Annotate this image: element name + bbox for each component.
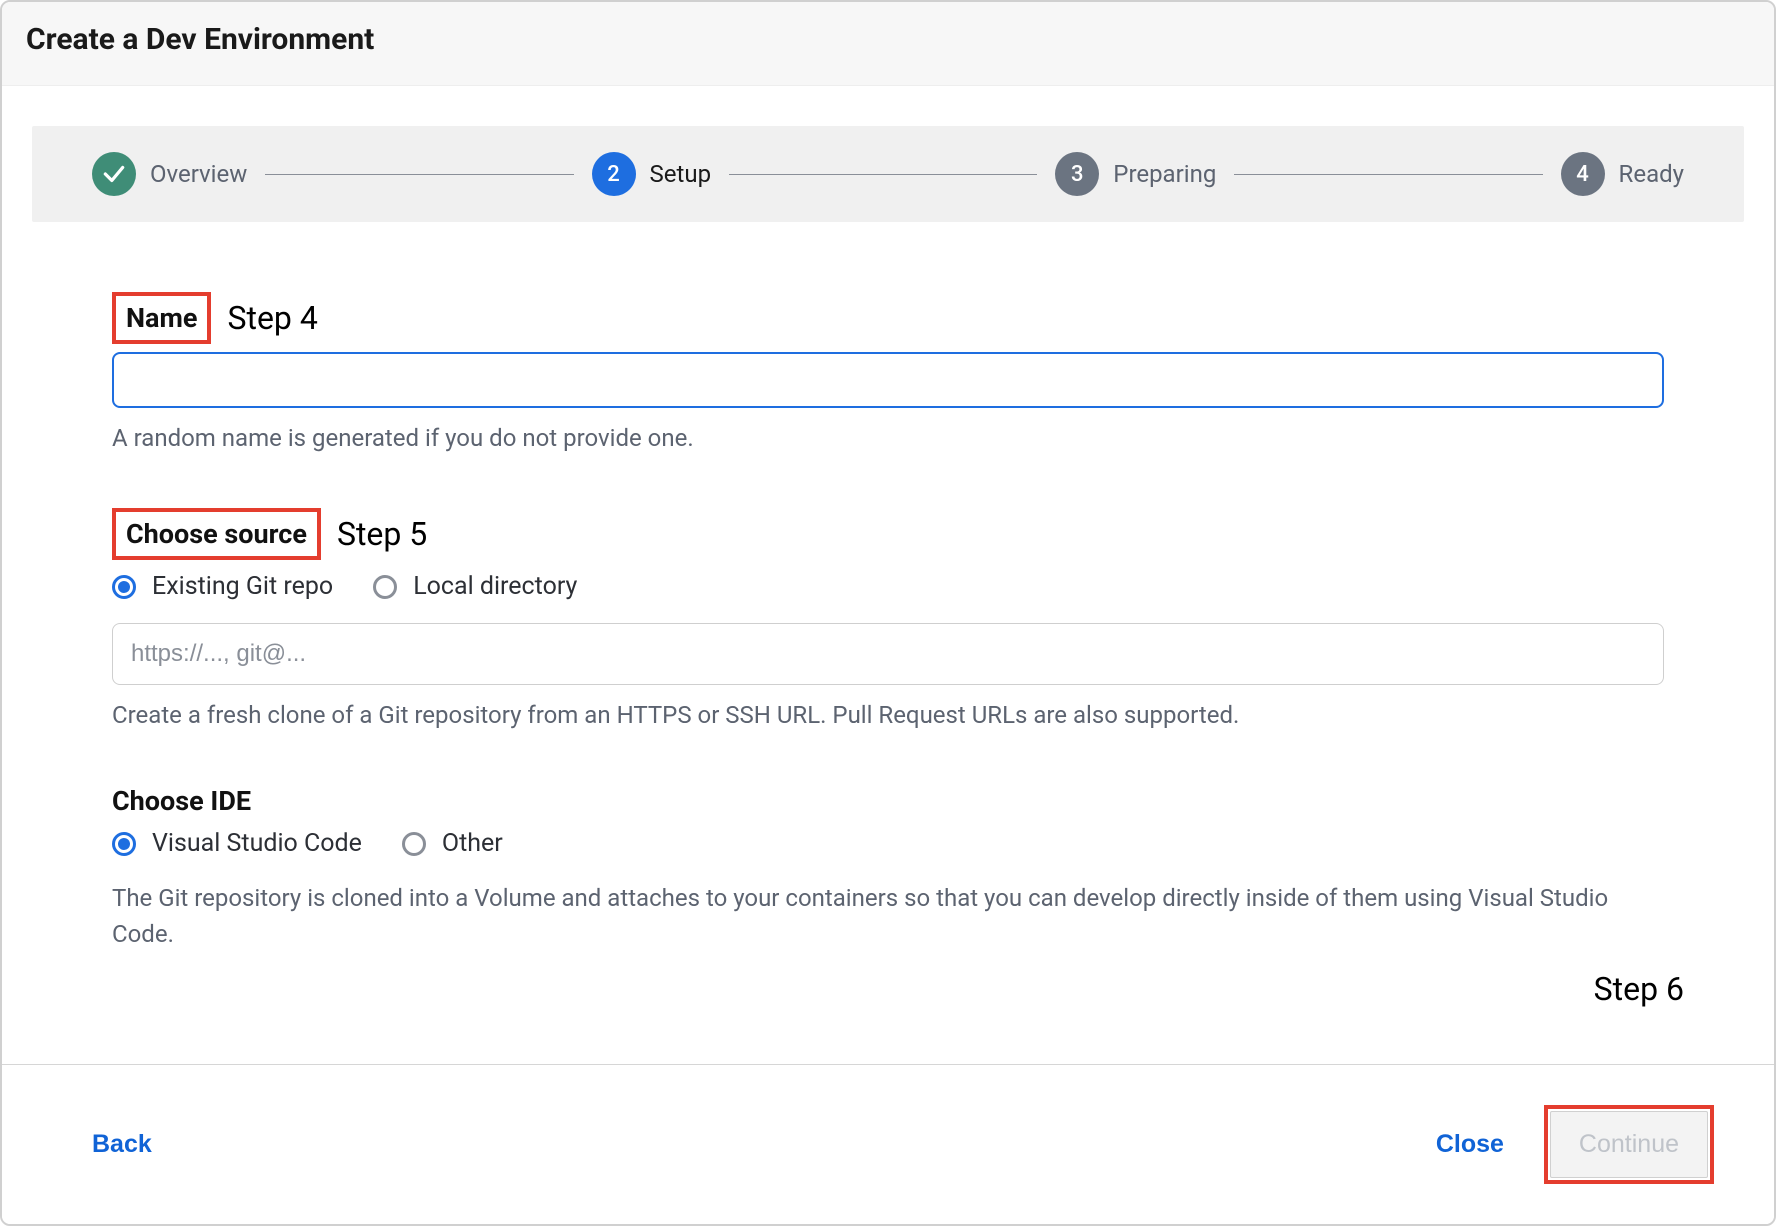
- radio-label: Local directory: [413, 572, 577, 601]
- continue-button[interactable]: Continue: [1550, 1111, 1708, 1178]
- checkmark-icon: [92, 152, 136, 196]
- annotation-step5: Step 5: [337, 515, 427, 553]
- step-number-icon: 2: [592, 152, 636, 196]
- radio-label: Other: [442, 829, 503, 858]
- radio-icon: [112, 575, 136, 599]
- step-label: Overview: [150, 160, 247, 188]
- source-helper-text: Create a fresh clone of a Git repository…: [112, 697, 1664, 733]
- radio-local-directory[interactable]: Local directory: [373, 572, 577, 601]
- dialog-footer: Back Close Continue: [2, 1064, 1774, 1224]
- source-radio-group: Existing Git repo Local directory: [112, 572, 1664, 601]
- annotation-step4: Step 4: [227, 299, 317, 337]
- back-button[interactable]: Back: [92, 1130, 152, 1159]
- dialog-title: Create a Dev Environment: [26, 22, 1750, 57]
- radio-icon: [402, 832, 426, 856]
- annotation-box-step6: Continue: [1544, 1105, 1714, 1184]
- footer-right: Close Continue: [1436, 1105, 1714, 1184]
- name-label-row: Name Step 4: [112, 292, 1664, 344]
- step-connector: [1234, 174, 1542, 175]
- name-label: Name: [116, 296, 207, 340]
- setup-form: Name Step 4 A random name is generated i…: [2, 222, 1774, 1064]
- step-number-icon: 3: [1055, 152, 1099, 196]
- step-ready: 4 Ready: [1561, 152, 1684, 196]
- close-button[interactable]: Close: [1436, 1130, 1504, 1159]
- step-connector: [729, 174, 1037, 175]
- name-helper-text: A random name is generated if you do not…: [112, 420, 1664, 456]
- annotation-box-step4: Name: [112, 292, 211, 344]
- wizard-stepper: Overview 2 Setup 3 Preparing 4 Ready: [32, 126, 1744, 222]
- git-url-input[interactable]: [112, 623, 1664, 685]
- choose-ide-section: Choose IDE Visual Studio Code Other The …: [112, 785, 1664, 952]
- ide-radio-group: Visual Studio Code Other: [112, 829, 1664, 858]
- radio-icon: [373, 575, 397, 599]
- choose-source-label: Choose source: [116, 512, 317, 556]
- radio-label: Existing Git repo: [152, 572, 333, 601]
- radio-vscode[interactable]: Visual Studio Code: [112, 829, 362, 858]
- step-number-icon: 4: [1561, 152, 1605, 196]
- step-label: Setup: [650, 160, 712, 188]
- radio-label: Visual Studio Code: [152, 829, 362, 858]
- choose-ide-label: Choose IDE: [112, 785, 1664, 817]
- annotation-step6: Step 6: [1594, 970, 1684, 1008]
- step-overview: Overview: [92, 152, 247, 196]
- choose-source-label-row: Choose source Step 5: [112, 508, 1664, 560]
- radio-icon: [112, 832, 136, 856]
- radio-existing-git-repo[interactable]: Existing Git repo: [112, 572, 333, 601]
- ide-helper-text: The Git repository is cloned into a Volu…: [112, 880, 1664, 952]
- dialog-header: Create a Dev Environment: [2, 2, 1774, 86]
- dialog-body: Overview 2 Setup 3 Preparing 4 Ready: [2, 86, 1774, 1224]
- radio-other-ide[interactable]: Other: [402, 829, 503, 858]
- annotation-box-step5: Choose source: [112, 508, 321, 560]
- step-connector: [265, 174, 573, 175]
- step-label: Preparing: [1113, 160, 1216, 188]
- create-dev-env-dialog: Create a Dev Environment Overview 2 Setu…: [0, 0, 1776, 1226]
- annotation-step6-container: Step 6: [112, 952, 1664, 1012]
- name-input[interactable]: [112, 352, 1664, 408]
- step-label: Ready: [1619, 160, 1684, 188]
- step-preparing: 3 Preparing: [1055, 152, 1216, 196]
- step-setup: 2 Setup: [592, 152, 712, 196]
